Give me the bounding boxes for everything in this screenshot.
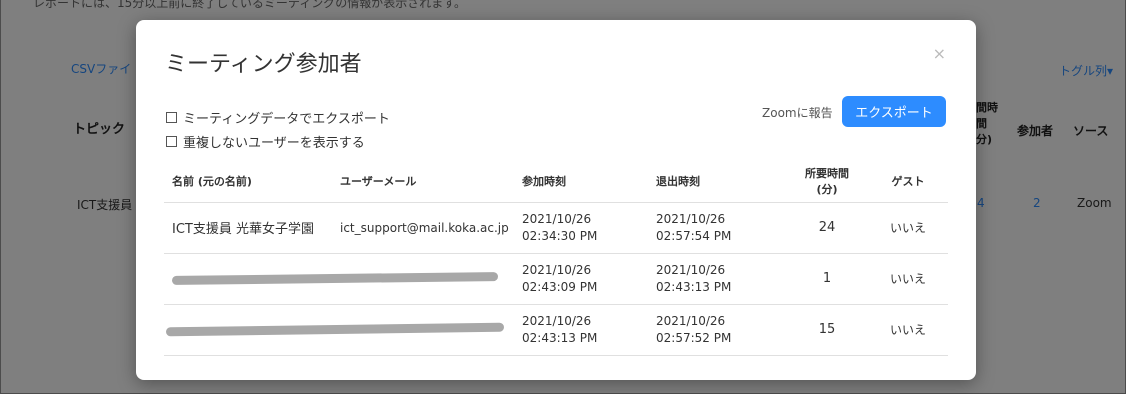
leave-time: 02:43:13 PM xyxy=(656,279,732,294)
close-icon[interactable]: × xyxy=(933,44,946,63)
join-time-cell: 2021/10/26 02:34:30 PM xyxy=(522,202,656,254)
column-header-join-time: 参加時刻 xyxy=(522,160,656,203)
participant-name: ICT支援員 光華女子学園 xyxy=(164,202,334,254)
leave-date: 2021/10/26 xyxy=(656,262,726,277)
guest-value: いいえ xyxy=(868,253,948,305)
guest-value: いいえ xyxy=(868,202,948,254)
leave-time: 02:57:54 PM xyxy=(656,228,732,243)
show-unique-users-option[interactable]: 重複しないユーザーを表示する xyxy=(166,132,365,151)
leave-time: 02:57:52 PM xyxy=(656,330,732,345)
column-header-name: 名前 (元の名前) xyxy=(164,160,334,203)
join-date: 2021/10/26 xyxy=(522,262,592,277)
column-header-leave-time: 退出時刻 xyxy=(656,160,786,203)
export-with-meeting-data-checkbox[interactable] xyxy=(166,112,177,123)
leave-time-cell: 2021/10/26 02:43:13 PM xyxy=(656,253,786,305)
table-row: ICT支援員 光華女子学園 ict_support@mail.koka.ac.j… xyxy=(164,202,948,254)
table-header-row: 名前 (元の名前) ユーザーメール 参加時刻 退出時刻 所要時間 (分) ゲスト xyxy=(164,160,948,203)
duration-value: 15 xyxy=(786,304,868,356)
duration-value: 24 xyxy=(786,202,868,254)
join-time: 02:43:09 PM xyxy=(522,279,598,294)
join-time-cell: 2021/10/26 02:43:13 PM xyxy=(522,304,656,356)
column-header-guest: ゲスト xyxy=(868,160,948,203)
leave-time-cell: 2021/10/26 02:57:52 PM xyxy=(656,304,786,356)
report-to-zoom-link[interactable]: Zoomに報告 xyxy=(762,104,833,121)
show-unique-users-label: 重複しないユーザーを表示する xyxy=(183,136,365,151)
redaction-mark xyxy=(171,272,499,285)
redacted-name-email xyxy=(164,253,522,305)
participants-table: 名前 (元の名前) ユーザーメール 参加時刻 退出時刻 所要時間 (分) ゲスト… xyxy=(164,160,948,356)
leave-time-cell: 2021/10/26 02:57:54 PM xyxy=(656,202,786,254)
export-button[interactable]: エクスポート xyxy=(842,96,946,127)
join-time-cell: 2021/10/26 02:43:09 PM xyxy=(522,253,656,305)
join-time: 02:43:13 PM xyxy=(522,330,598,345)
table-row: 2021/10/26 02:43:13 PM 2021/10/26 02:57:… xyxy=(164,304,948,356)
join-time: 02:34:30 PM xyxy=(522,228,598,243)
participants-modal: ミーティング参加者 × ミーティングデータでエクスポート 重複しないユーザーを表… xyxy=(136,20,976,380)
join-date: 2021/10/26 xyxy=(522,211,592,226)
column-header-duration-min: 所要時間 (分) xyxy=(786,160,868,203)
table-row: 2021/10/26 02:43:09 PM 2021/10/26 02:43:… xyxy=(164,253,948,305)
join-date: 2021/10/26 xyxy=(522,313,592,328)
duration-header-unit: (分) xyxy=(816,182,838,196)
duration-value: 1 xyxy=(786,253,868,305)
leave-date: 2021/10/26 xyxy=(656,211,726,226)
export-with-meeting-data-label: ミーティングデータでエクスポート xyxy=(183,112,390,127)
redaction-mark xyxy=(165,322,505,337)
column-header-email: ユーザーメール xyxy=(334,160,522,203)
show-unique-users-checkbox[interactable] xyxy=(166,136,177,147)
guest-value: いいえ xyxy=(868,304,948,356)
modal-title: ミーティング参加者 xyxy=(165,52,362,77)
export-with-meeting-data-option[interactable]: ミーティングデータでエクスポート xyxy=(166,108,390,127)
participant-email: ict_support@mail.koka.ac.jp xyxy=(334,202,522,254)
redacted-name-email xyxy=(164,304,522,356)
duration-header-text: 所要時間 xyxy=(805,166,849,180)
leave-date: 2021/10/26 xyxy=(656,313,726,328)
